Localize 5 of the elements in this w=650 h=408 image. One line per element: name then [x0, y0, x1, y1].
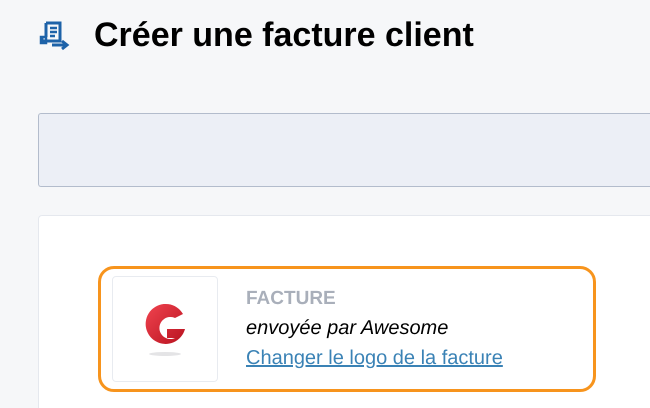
- sender-text: envoyée par Awesome: [246, 316, 450, 341]
- invoice-label: FACTURE: [246, 287, 337, 311]
- invoice-icon: [38, 19, 72, 51]
- change-logo-link[interactable]: Changer le logo de la facture: [246, 343, 503, 373]
- page-title: Créer une facture client: [94, 16, 474, 54]
